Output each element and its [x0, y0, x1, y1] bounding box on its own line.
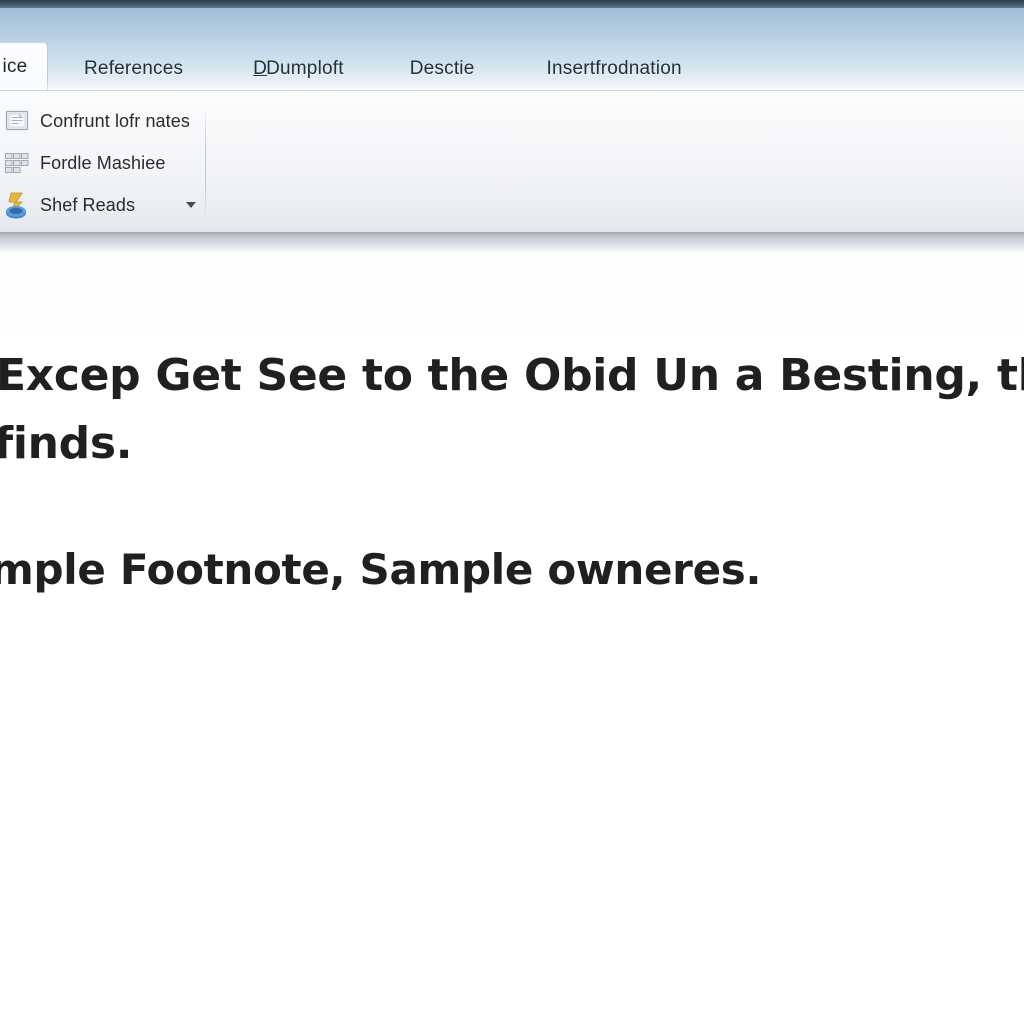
- document-paragraph-line-2: finds.: [0, 418, 133, 469]
- tab-references[interactable]: References: [70, 48, 197, 90]
- ribbon-item-shef-reads-label: Shef Reads: [40, 194, 136, 215]
- ribbon-bottom-border: [0, 232, 1024, 252]
- document-canvas[interactable]: Excep Get See to the Obid Un a Besting, …: [0, 252, 1024, 1024]
- document-footnote-line: mple Footnote, Sample owneres.: [0, 545, 762, 594]
- ribbon-item-fordle-mashiee[interactable]: Fordle Mashiee: [0, 142, 206, 184]
- tab-desctie-label: Desctie: [409, 58, 475, 79]
- ribbon-item-confrunt-lofr-nates-label: Confrunt lofr nates: [40, 110, 190, 131]
- tab-dumploft-label: Dumploft: [266, 58, 344, 79]
- tab-office-label: ice: [2, 55, 28, 77]
- title-bar-strip: [0, 0, 1024, 8]
- word-application-window: ice References D Dumploft Desctie Insertf…: [0, 0, 1024, 1024]
- ribbon-group-divider: [205, 109, 206, 217]
- document-paragraph-line-1: Excep Get See to the Obid Un a Besting, …: [0, 350, 1024, 401]
- tab-references-label: References: [84, 58, 184, 79]
- tab-dumploft-accel: D: [253, 58, 268, 79]
- tab-insertfrodnation[interactable]: Insertfrodnation: [533, 48, 696, 90]
- tab-insertfrodnation-label: Insertfrodnation: [546, 58, 682, 79]
- ribbon-tab-strip: ice References D Dumploft Desctie Insertf…: [0, 8, 1024, 90]
- ribbon-item-shef-reads[interactable]: Shef Reads: [0, 184, 206, 226]
- show-notes-icon: [2, 190, 32, 220]
- tab-office[interactable]: ice: [0, 42, 48, 90]
- ribbon-item-confrunt-lofr-nates[interactable]: Confrunt lofr nates: [0, 100, 206, 142]
- insert-endnote-icon: [2, 106, 32, 136]
- chevron-down-icon[interactable]: [186, 202, 196, 208]
- ribbon-group-footnotes: Confrunt lofr nates Fordle Mashiee Shef …: [0, 91, 206, 233]
- tab-desctie[interactable]: Desctie: [396, 48, 489, 90]
- ribbon-tab-list: ice References D Dumploft Desctie Insertf…: [0, 42, 1024, 90]
- tab-dumploft[interactable]: D Dumploft: [239, 48, 358, 90]
- ribbon-item-fordle-mashiee-label: Fordle Mashiee: [40, 152, 166, 173]
- ribbon-panel: Confrunt lofr nates Fordle Mashiee Shef …: [0, 90, 1024, 232]
- document-page[interactable]: Excep Get See to the Obid Un a Besting, …: [0, 252, 1024, 1024]
- table-grid-icon: [2, 148, 32, 178]
